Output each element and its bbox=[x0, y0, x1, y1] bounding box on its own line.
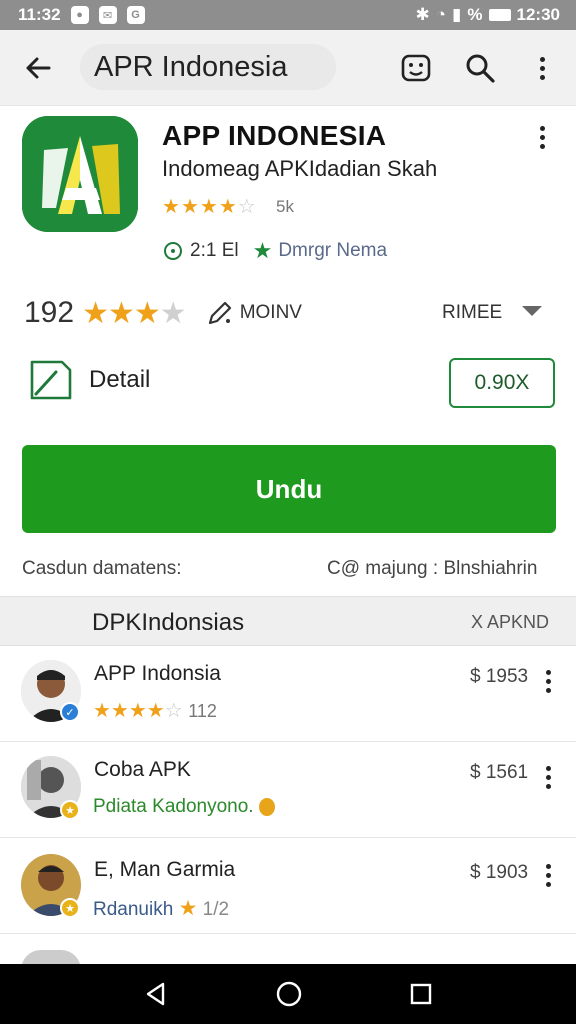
list-item-price: $ 1953 bbox=[470, 666, 529, 687]
list-item-price: $ 1903 bbox=[470, 862, 529, 883]
app-logo-icon bbox=[22, 116, 138, 232]
star-icon: ★ bbox=[162, 196, 181, 218]
app-notification-icon: G bbox=[126, 6, 145, 24]
list-item-extra: 1/2 bbox=[202, 899, 230, 920]
nav-home-icon[interactable] bbox=[275, 980, 303, 1008]
back-button[interactable] bbox=[0, 30, 76, 106]
rating-count: 192 bbox=[24, 296, 75, 329]
list-item-subtitle-text: Rdanuikh bbox=[93, 899, 174, 920]
list-item-title: E, Man Garmia bbox=[94, 858, 236, 881]
star-empty-icon: ☆ bbox=[164, 700, 183, 722]
notification-icon: ● bbox=[70, 6, 89, 24]
price-button[interactable]: 0.90X bbox=[449, 358, 555, 408]
mail-icon: ✉ bbox=[98, 6, 117, 24]
list-item-title: Coba APK bbox=[94, 758, 191, 781]
pencil-icon bbox=[208, 301, 231, 325]
section-title: DPKIndonsias bbox=[92, 609, 245, 636]
star-icon: ★ bbox=[107, 296, 135, 330]
back-arrow-icon bbox=[26, 57, 51, 78]
nav-back-icon[interactable] bbox=[143, 981, 169, 1007]
download-button[interactable]: Undu bbox=[22, 445, 556, 533]
more-options-button[interactable] bbox=[522, 48, 562, 88]
app-icon bbox=[22, 116, 138, 232]
status-time-right: 12:30 bbox=[516, 5, 560, 24]
list-item-title: APP Indonsia bbox=[94, 662, 221, 685]
star-icon: ★ bbox=[82, 296, 109, 330]
rating-stars[interactable]: ★★★★ bbox=[82, 296, 187, 331]
app-rating-count: 5k bbox=[276, 197, 294, 216]
list-item-rating-count: 112 bbox=[188, 701, 217, 721]
emoji-icon bbox=[258, 797, 275, 816]
navigation-bar bbox=[0, 964, 576, 1024]
search-text: APR Indonesia bbox=[94, 50, 288, 83]
star-empty-icon: ★ bbox=[159, 296, 187, 330]
more-vert-icon[interactable] bbox=[544, 864, 552, 887]
status-left: 11:32 ● ✉ G bbox=[18, 5, 145, 25]
rating-row: 192 ★★★★ MOINV RIMEE bbox=[24, 290, 554, 336]
star-icon: ★★★★ bbox=[93, 700, 165, 722]
write-review-label: MOINV bbox=[239, 302, 302, 323]
star-icon: ★ bbox=[178, 897, 198, 920]
star-icon: ★ bbox=[180, 196, 200, 218]
status-bar: 11:32 ● ✉ G ✱ ◔ ▮ % 12:30 bbox=[0, 0, 576, 30]
screenshot-icon bbox=[401, 54, 431, 82]
verified-badge-icon: ✓ bbox=[60, 702, 80, 722]
info-left: Casdun damatens: bbox=[22, 558, 182, 579]
star-badge-icon: ★ bbox=[60, 800, 80, 820]
list-item[interactable]: ★ Coba APK Pdiata Kadonyono. $ 1561 bbox=[0, 742, 576, 838]
status-right: ✱ ◔ ▮ % 12:30 bbox=[416, 5, 561, 25]
list-item-subtitle-text: Pdiata Kadonyono. bbox=[93, 796, 254, 817]
app-bar: APR Indonesia bbox=[0, 30, 576, 106]
more-vert-icon[interactable] bbox=[544, 670, 552, 693]
more-vert-icon bbox=[538, 56, 546, 80]
edit-icon[interactable] bbox=[28, 358, 74, 402]
signal-text: % bbox=[467, 5, 483, 24]
detail-label[interactable]: Detail bbox=[89, 366, 150, 394]
section-header: DPKIndonsias X APKND bbox=[0, 596, 576, 646]
wifi-icon: ◔ bbox=[435, 5, 447, 24]
app-title: APP INDONESIA bbox=[162, 120, 387, 151]
app-more-icon[interactable] bbox=[538, 126, 546, 149]
section-right-link[interactable]: X APKND bbox=[471, 612, 549, 633]
list-item-stars: ★★★★☆ 112 bbox=[93, 698, 217, 723]
list-item[interactable]: ✓ APP Indonsia ★★★★☆ 112 $ 1953 bbox=[0, 646, 576, 742]
app-rating-stars: ★★★★☆ bbox=[162, 194, 257, 219]
write-review-button[interactable]: MOINV bbox=[206, 299, 302, 327]
status-time: 11:32 bbox=[18, 5, 61, 24]
star-icon: ★ bbox=[199, 196, 219, 218]
battery-icon bbox=[488, 9, 511, 21]
app-size: 2:1 El bbox=[190, 240, 239, 261]
star-empty-icon: ☆ bbox=[237, 196, 257, 218]
search-field[interactable]: APR Indonesia bbox=[80, 44, 336, 90]
star-icon: ★ bbox=[133, 296, 161, 330]
chevron-down-icon[interactable] bbox=[522, 306, 542, 316]
bluetooth-icon: ✱ bbox=[415, 5, 430, 24]
list-item[interactable]: ★ E, Man Garmia Rdanuikh ★ 1/2 $ 1903 bbox=[0, 838, 576, 934]
list-item-price: $ 1561 bbox=[470, 762, 529, 783]
signal-icon: ▮ bbox=[452, 5, 462, 24]
screenshot-button[interactable] bbox=[396, 48, 436, 88]
star-badge-icon: ★ bbox=[60, 898, 80, 918]
app-developer: Dmrgr Nema bbox=[278, 240, 388, 261]
sort-label[interactable]: RIMEE bbox=[442, 302, 502, 324]
app-meta-row: 2:1 El ★ Dmrgr Nema bbox=[162, 238, 387, 264]
app-subtitle: Indomeag APKIdadian Skah bbox=[162, 156, 438, 181]
star-icon: ★ bbox=[218, 196, 238, 218]
nav-recents-icon[interactable] bbox=[409, 982, 433, 1006]
list-item-subtitle: Rdanuikh ★ 1/2 bbox=[93, 896, 229, 921]
star-outline-icon: ★ bbox=[252, 238, 273, 263]
list-item-subtitle: Pdiata Kadonyono. bbox=[93, 796, 275, 818]
more-vert-icon[interactable] bbox=[544, 766, 552, 789]
search-button[interactable] bbox=[460, 48, 500, 88]
search-icon bbox=[466, 54, 495, 83]
clock-icon bbox=[164, 242, 182, 260]
info-right: C@ majung : Blnshiahrin bbox=[327, 558, 538, 579]
